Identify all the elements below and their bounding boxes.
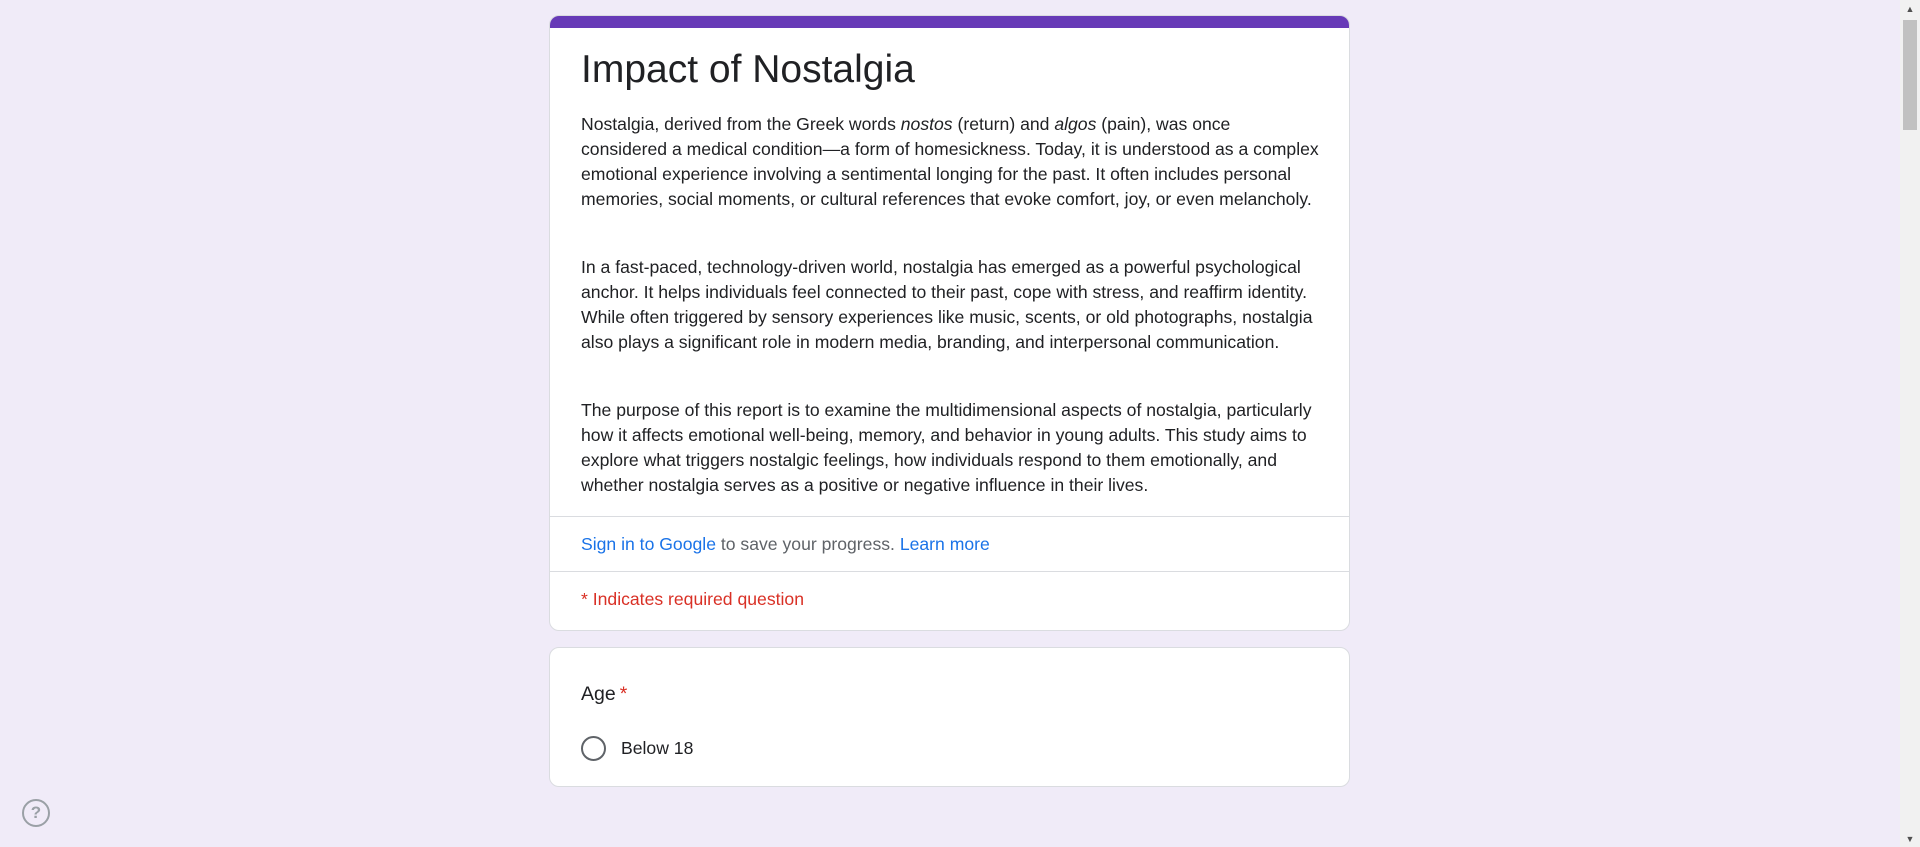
form-header-card: Impact of Nostalgia Nostalgia, derived f…: [549, 15, 1350, 631]
scroll-up-arrow-icon[interactable]: ▲: [1900, 0, 1920, 17]
description-text: Nostalgia, derived from the Greek words: [581, 114, 901, 134]
description-paragraph-2: In a fast-paced, technology-driven world…: [581, 257, 1313, 352]
sign-in-link[interactable]: Sign in to Google: [581, 534, 716, 555]
question-card-age: Age * Below 18: [549, 647, 1350, 787]
description-paragraph-3: The purpose of this report is to examine…: [581, 400, 1312, 495]
form-page: Impact of Nostalgia Nostalgia, derived f…: [0, 0, 1900, 847]
signin-text: to save your progress.: [715, 533, 900, 554]
radio-button[interactable]: [581, 736, 606, 761]
signin-row: Sign in to Google to save your progress.…: [550, 516, 1349, 571]
help-icon[interactable]: ?: [22, 799, 50, 827]
scroll-down-arrow-icon[interactable]: ▼: [1900, 830, 1920, 847]
scroll-thumb[interactable]: [1903, 20, 1917, 130]
option-label[interactable]: Below 18: [621, 738, 693, 759]
learn-more-link[interactable]: Learn more: [900, 534, 990, 555]
form-title: Impact of Nostalgia: [581, 48, 915, 91]
form-column: Impact of Nostalgia Nostalgia, derived f…: [549, 15, 1350, 787]
description-italic-nostos: nostos: [900, 114, 953, 134]
required-asterisk: *: [619, 683, 628, 705]
form-header-body: Impact of Nostalgia Nostalgia, derived f…: [550, 28, 1349, 516]
header-accent-bar: [550, 16, 1349, 28]
description-paragraph-1: Nostalgia, derived from the Greek words …: [581, 112, 1319, 212]
question-title-text: Age: [581, 683, 616, 705]
question-title: Age *: [581, 680, 1319, 708]
vertical-scrollbar[interactable]: ▲ ▼: [1900, 0, 1920, 847]
radio-option[interactable]: Below 18: [581, 736, 1319, 761]
description-text: (return) and: [952, 114, 1055, 134]
required-notice: * Indicates required question: [550, 571, 1349, 630]
description-italic-algos: algos: [1054, 114, 1097, 134]
